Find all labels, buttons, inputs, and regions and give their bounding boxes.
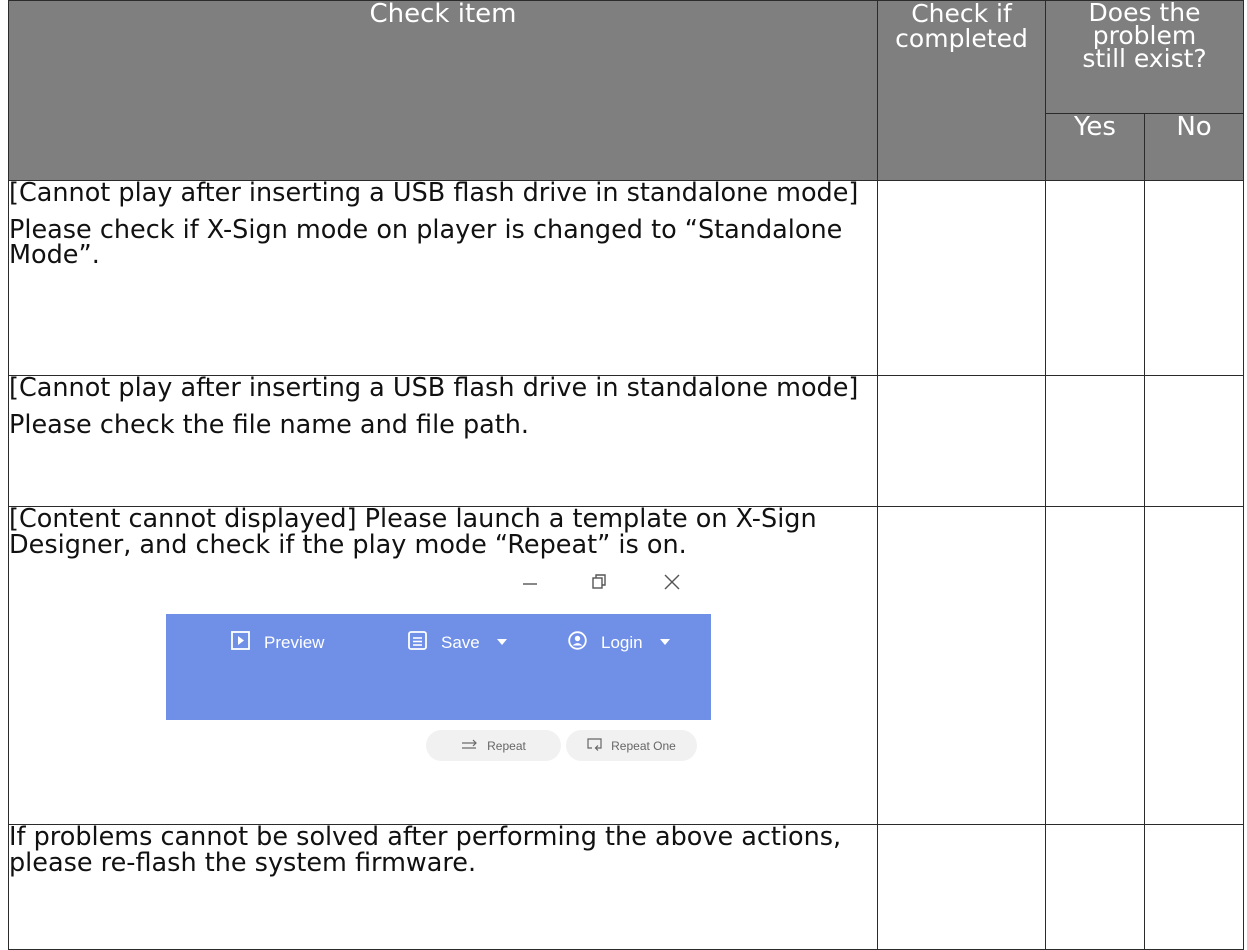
- no-cell[interactable]: [1143, 506, 1245, 825]
- yes-cell[interactable]: [1045, 506, 1145, 825]
- header-yes: Yes: [1045, 113, 1145, 181]
- header-problem-exist: Does the problem still exist?: [1044, 0, 1245, 114]
- chevron-down-icon: [496, 639, 507, 645]
- no-cell[interactable]: [1143, 824, 1245, 950]
- header-exist-line3: still exist?: [1082, 44, 1207, 73]
- table-row: [Cannot play after inserting a USB flash…: [8, 373, 1245, 507]
- check-item-instruction: If problems cannot be solved after perfo…: [9, 822, 842, 878]
- completed-checkbox-cell[interactable]: [877, 506, 1046, 825]
- check-item-title: [Cannot play after inserting a USB flash…: [9, 373, 859, 403]
- check-item-cell: [Content cannot displayed] Please launch…: [8, 504, 878, 825]
- save-label: Save: [441, 632, 480, 652]
- completed-checkbox-cell[interactable]: [877, 375, 1046, 507]
- header-no: No: [1143, 113, 1245, 181]
- designer-screenshot: Preview Save Login Repeat Repeat One: [166, 564, 711, 764]
- header-check-completed: Check if completed: [877, 0, 1046, 181]
- login-label: Login: [601, 632, 643, 652]
- close-icon[interactable]: [663, 572, 681, 595]
- save-document-icon: [408, 631, 427, 653]
- completed-checkbox-cell[interactable]: [877, 180, 1046, 376]
- header-check-completed-line2: completed: [895, 24, 1028, 53]
- yes-cell[interactable]: [1045, 824, 1145, 950]
- user-circle-icon: [568, 631, 587, 653]
- no-cell[interactable]: [1143, 180, 1245, 376]
- check-item-instruction: [Content cannot displayed] Please launch…: [9, 504, 817, 560]
- repeat-one-button[interactable]: Repeat One: [566, 730, 697, 761]
- preview-label: Preview: [264, 632, 325, 652]
- header-check-item: Check item: [8, 0, 878, 181]
- restore-icon[interactable]: [591, 572, 607, 595]
- repeat-one-icon: [587, 738, 603, 753]
- check-item-instruction: Please check if X-Sign mode on player is…: [9, 214, 843, 270]
- table-row: If problems cannot be solved after perfo…: [8, 822, 1245, 950]
- no-cell[interactable]: [1143, 375, 1245, 507]
- chevron-down-icon: [659, 639, 670, 645]
- table-row: [Content cannot displayed] Please launch…: [8, 504, 1245, 825]
- window-titlebar: [166, 564, 711, 614]
- check-item-instruction: Please check the file name and file path…: [9, 409, 530, 440]
- check-item-cell: If problems cannot be solved after perfo…: [8, 822, 878, 950]
- repeat-label: Repeat: [487, 738, 526, 753]
- check-item-cell: [Cannot play after inserting a USB flash…: [8, 373, 878, 507]
- preview-button[interactable]: Preview: [231, 628, 324, 656]
- completed-checkbox-cell[interactable]: [877, 824, 1046, 950]
- check-item-cell: [Cannot play after inserting a USB flash…: [8, 178, 878, 376]
- repeat-button[interactable]: Repeat: [426, 730, 561, 761]
- yes-cell[interactable]: [1045, 180, 1145, 376]
- checklist-table: Check item Check if completed Does the p…: [8, 0, 1245, 950]
- yes-cell[interactable]: [1045, 375, 1145, 507]
- repeat-one-label: Repeat One: [611, 738, 676, 753]
- repeat-arrows-icon: [461, 739, 479, 753]
- login-button[interactable]: Login: [568, 628, 670, 656]
- save-button[interactable]: Save: [408, 628, 507, 656]
- play-square-icon: [231, 631, 250, 653]
- table-row: [Cannot play after inserting a USB flash…: [8, 178, 1245, 376]
- minimize-icon[interactable]: [522, 572, 538, 595]
- check-item-title: [Cannot play after inserting a USB flash…: [9, 178, 859, 208]
